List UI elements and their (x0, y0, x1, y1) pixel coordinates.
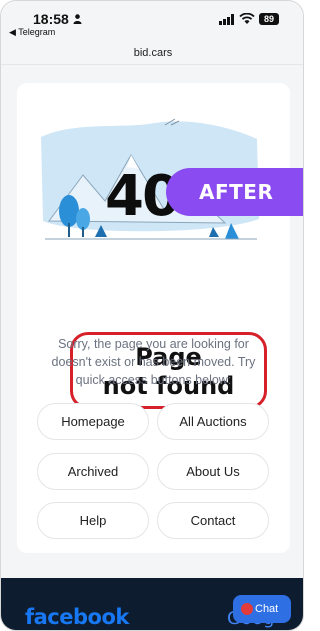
status-time: 18:58 (33, 11, 69, 27)
facebook-logo[interactable]: facebook (25, 605, 129, 629)
chat-button[interactable]: Chat (233, 595, 291, 623)
contact-button[interactable]: Contact (157, 502, 269, 539)
person-icon (73, 14, 82, 24)
error-message: Sorry, the page you are looking for does… (51, 337, 256, 387)
url-bar[interactable]: bid.cars (1, 41, 303, 65)
help-button[interactable]: Help (37, 502, 149, 539)
back-to-app-link[interactable]: ◀ Telegram (9, 27, 55, 38)
chat-icon (241, 603, 253, 615)
chat-label: Chat (255, 603, 279, 615)
homepage-button[interactable]: Homepage (37, 403, 149, 440)
archived-button[interactable]: Archived (37, 453, 149, 490)
status-bar: 18:58 ◀ Telegram 89 (1, 1, 303, 41)
about-us-button[interactable]: About Us (157, 453, 269, 490)
url-domain: bid.cars (133, 47, 173, 59)
battery-indicator: 89 (259, 13, 279, 25)
after-badge: AFTER (166, 168, 303, 216)
wifi-icon (239, 13, 255, 24)
phone-frame: 18:58 ◀ Telegram 89 bid.cars 404 Page no… (0, 0, 304, 631)
all-auctions-button[interactable]: All Auctions (157, 403, 269, 440)
signal-icon (219, 14, 234, 25)
